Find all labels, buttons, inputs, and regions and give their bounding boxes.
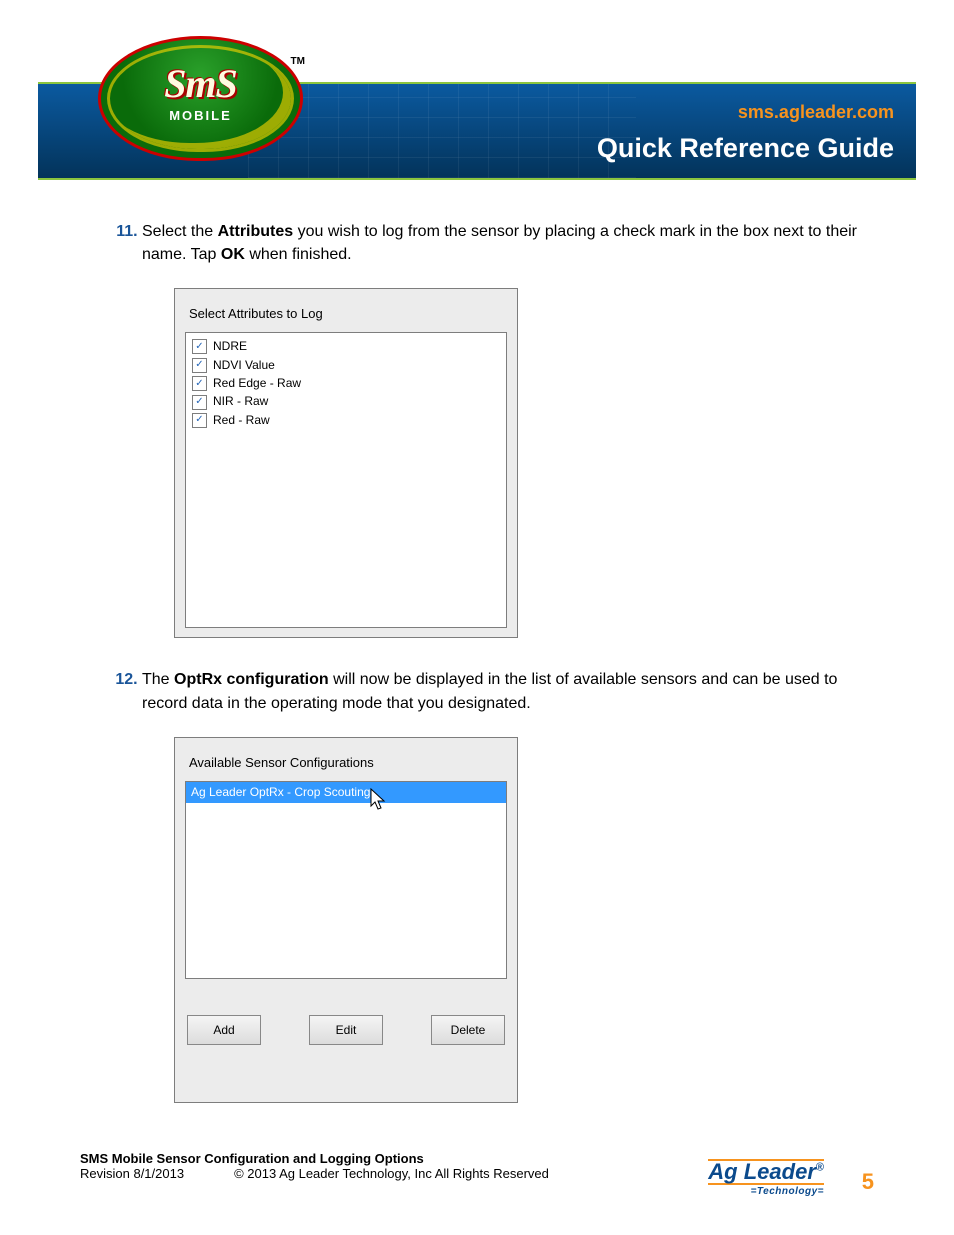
select-attributes-label: Select Attributes to Log xyxy=(189,305,503,324)
logo-tm: TM xyxy=(291,56,305,67)
available-sensor-label: Available Sensor Configurations xyxy=(189,754,503,773)
checkbox-checked-icon[interactable]: ✓ xyxy=(192,413,207,428)
banner-grid-decoration xyxy=(248,84,636,178)
sensor-config-listbox[interactable]: Ag Leader OptRx - Crop Scouting xyxy=(185,781,507,979)
page-footer: SMS Mobile Sensor Configuration and Logg… xyxy=(80,1151,874,1197)
checkbox-checked-icon[interactable]: ✓ xyxy=(192,339,207,354)
ag-leader-logo-sub: =Technology= xyxy=(708,1186,824,1197)
footer-copyright: © 2013 Ag Leader Technology, Inc All Rig… xyxy=(234,1166,549,1181)
content-area: Select the Attributes you wish to log fr… xyxy=(80,220,874,1133)
attr-row-red[interactable]: ✓ Red - Raw xyxy=(192,412,500,429)
step-11-text-a: Select the xyxy=(142,223,218,240)
add-button[interactable]: Add xyxy=(187,1015,261,1045)
ag-leader-logo: Ag Leader® =Technology= xyxy=(708,1158,824,1197)
step-11-bold-attributes: Attributes xyxy=(218,223,294,240)
step-11-bold-ok: OK xyxy=(221,246,245,263)
footer-revision: Revision 8/1/2013 xyxy=(80,1166,184,1181)
step-12-text-a: The xyxy=(142,671,174,688)
checkbox-checked-icon[interactable]: ✓ xyxy=(192,376,207,391)
banner-title: Quick Reference Guide xyxy=(597,133,894,164)
page-number: 5 xyxy=(862,1169,874,1195)
logo-text-sub: MOBILE xyxy=(98,108,303,123)
attr-label: NDVI Value xyxy=(213,357,275,374)
attr-label: Red - Raw xyxy=(213,412,270,429)
attributes-listbox[interactable]: ✓ NDRE ✓ NDVI Value ✓ Red Edge - Raw ✓ xyxy=(185,332,507,628)
instruction-list: Select the Attributes you wish to log fr… xyxy=(80,220,874,1103)
attr-label: NIR - Raw xyxy=(213,393,268,410)
document-page: sms.agleader.com Quick Reference Guide S… xyxy=(0,0,954,1235)
select-attributes-dialog: Select Attributes to Log ✓ NDRE ✓ NDVI V… xyxy=(174,288,518,638)
attr-row-rededge[interactable]: ✓ Red Edge - Raw xyxy=(192,375,500,392)
step-11: Select the Attributes you wish to log fr… xyxy=(142,220,874,638)
banner-url: sms.agleader.com xyxy=(738,102,894,123)
attr-row-nir[interactable]: ✓ NIR - Raw xyxy=(192,393,500,410)
step-11-text-c: when finished. xyxy=(245,246,352,263)
delete-button[interactable]: Delete xyxy=(431,1015,505,1045)
dialog-button-row: Add Edit Delete xyxy=(185,1015,507,1051)
attr-row-ndvi[interactable]: ✓ NDVI Value xyxy=(192,357,500,374)
sensor-config-item-selected[interactable]: Ag Leader OptRx - Crop Scouting xyxy=(186,782,506,803)
step-12: The OptRx configuration will now be disp… xyxy=(142,668,874,1102)
logo-text-main: SmS xyxy=(98,60,303,107)
attr-label: NDRE xyxy=(213,338,247,355)
available-sensor-dialog: Available Sensor Configurations Ag Leade… xyxy=(174,737,518,1103)
attr-row-ndre[interactable]: ✓ NDRE xyxy=(192,338,500,355)
ag-leader-logo-text: Ag Leader xyxy=(708,1159,816,1184)
step-12-bold-optrx: OptRx configuration xyxy=(174,671,329,688)
edit-button[interactable]: Edit xyxy=(309,1015,383,1045)
attr-label: Red Edge - Raw xyxy=(213,375,301,392)
checkbox-checked-icon[interactable]: ✓ xyxy=(192,358,207,373)
checkbox-checked-icon[interactable]: ✓ xyxy=(192,395,207,410)
header-banner: sms.agleader.com Quick Reference Guide S… xyxy=(38,36,916,176)
sms-mobile-logo: SmS MOBILE TM xyxy=(98,36,303,161)
